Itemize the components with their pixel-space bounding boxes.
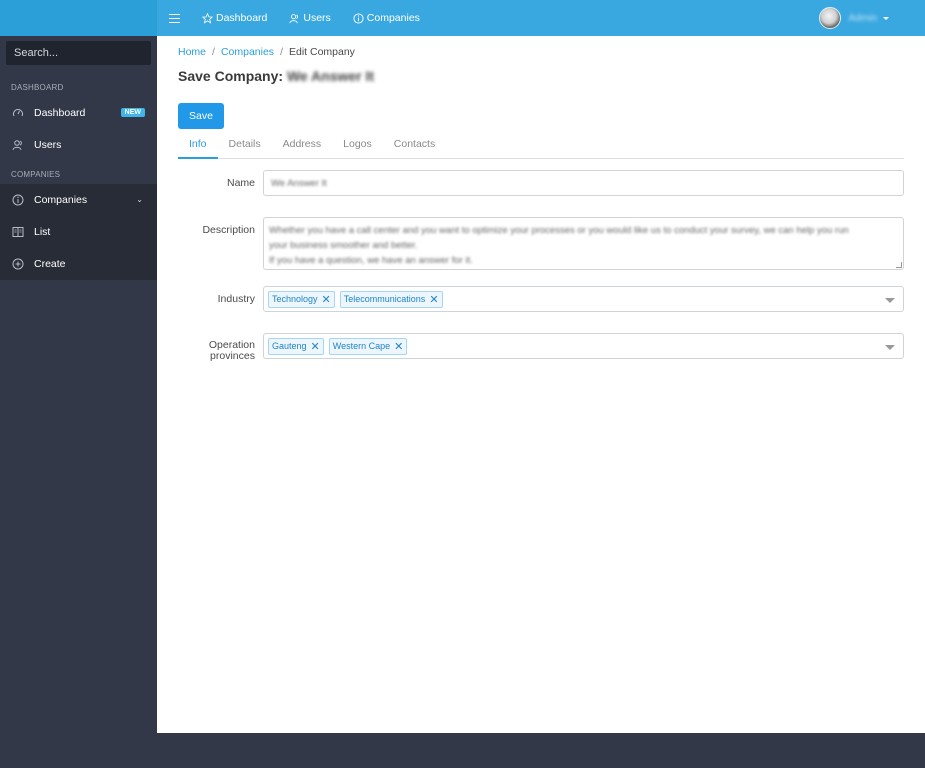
sidebar-section-dashboard: DASHBOARD (11, 83, 64, 92)
industry-tag: Telecommunications ✕ (339, 290, 443, 308)
user-name: Admin (848, 12, 877, 24)
tag-label: Technology (272, 294, 318, 304)
sidebar-item-dashboard[interactable]: Dashboard NEW (0, 97, 157, 129)
caret-down-icon (883, 16, 889, 20)
users-icon (289, 13, 300, 24)
tab-contacts[interactable]: Contacts (383, 134, 446, 159)
remove-tag-icon[interactable]: ✕ (311, 340, 320, 353)
speedometer-icon (12, 107, 24, 119)
sidebar-item-label: Companies (34, 194, 88, 206)
sidebar: Search... DASHBOARD Dashboard NEW Users … (0, 0, 157, 768)
page-title: Save Company: We Answer It (178, 68, 374, 84)
list-icon (12, 226, 24, 238)
sidebar-item-users[interactable]: Users (0, 129, 157, 161)
breadcrumb-current: Edit Company (288, 46, 355, 58)
top-nav-label: Companies (366, 12, 420, 24)
page-title-company-name: We Answer It (286, 68, 375, 84)
breadcrumb-separator: / (212, 46, 215, 58)
sidebar-item-create[interactable]: Create (0, 248, 157, 280)
tab-address[interactable]: Address (272, 134, 333, 159)
tabs: Info Details Address Logos Contacts (178, 134, 904, 159)
province-tag: Gauteng ✕ (268, 337, 324, 355)
plus-circle-icon (12, 258, 24, 270)
remove-tag-icon[interactable]: ✕ (322, 293, 331, 306)
description-line: Whether you have a call center and you w… (269, 225, 849, 236)
sidebar-brand (0, 0, 157, 36)
industry-multiselect[interactable]: Technology ✕ Telecommunications ✕ (263, 286, 904, 312)
industry-label: Industry (217, 293, 255, 305)
name-field[interactable]: We Answer It (263, 170, 904, 196)
provinces-label-line: provinces (210, 350, 255, 362)
breadcrumb: Home / Companies / Edit Company (178, 46, 355, 58)
save-button[interactable]: Save (178, 103, 224, 129)
avatar[interactable] (818, 7, 841, 29)
top-nav-dashboard[interactable]: Dashboard (202, 12, 267, 24)
sidebar-item-label: Dashboard (34, 107, 86, 119)
users-icon (12, 139, 24, 151)
resize-handle-icon[interactable] (896, 262, 902, 268)
top-nav-companies[interactable]: Companies (353, 12, 420, 24)
search-input[interactable]: Search... (6, 41, 151, 65)
provinces-multiselect[interactable]: Gauteng ✕ Western Cape ✕ (263, 333, 904, 359)
tag-label: Telecommunications (343, 294, 426, 304)
dropdown-arrow-icon[interactable] (885, 298, 895, 303)
tab-details[interactable]: Details (218, 134, 272, 159)
description-line: If you have a question, we have an answe… (269, 255, 473, 266)
topbar: Dashboard Users Companies Admin (157, 0, 925, 36)
sidebar-item-companies[interactable]: Companies ⌄ (0, 184, 157, 216)
chevron-down-icon: ⌄ (136, 195, 143, 204)
sidebar-item-label: Create (34, 258, 66, 270)
top-nav-label: Dashboard (216, 12, 268, 24)
main-content: Home / Companies / Edit Company Save Com… (157, 36, 925, 733)
user-menu[interactable]: Admin (818, 7, 889, 29)
province-tag: Western Cape ✕ (328, 337, 408, 355)
dropdown-arrow-icon[interactable] (885, 345, 895, 350)
description-label: Description (202, 224, 255, 236)
breadcrumb-companies[interactable]: Companies (221, 46, 274, 58)
top-nav-users[interactable]: Users (289, 12, 331, 24)
sidebar-item-label: Users (34, 139, 62, 151)
name-label: Name (226, 177, 255, 189)
tab-info[interactable]: Info (178, 134, 218, 159)
sidebar-section-companies: COMPANIES (11, 170, 61, 179)
breadcrumb-separator: / (280, 46, 283, 58)
sidebar-item-label: List (34, 226, 51, 238)
hamburger-menu-icon[interactable] (169, 13, 180, 24)
description-line: your business smoother and better. (269, 240, 418, 251)
info-circle-icon (12, 194, 24, 206)
top-nav-label: Users (303, 12, 331, 24)
breadcrumb-home[interactable]: Home (178, 46, 206, 58)
sidebar-item-list[interactable]: List (0, 216, 157, 248)
tag-label: Western Cape (332, 341, 391, 351)
provinces-label: Operation provinces (175, 340, 255, 362)
page-title-prefix: Save Company: (178, 68, 284, 84)
name-field-value: We Answer It (271, 178, 327, 189)
companies-submenu: List Create (0, 216, 157, 280)
tab-logos[interactable]: Logos (332, 134, 383, 159)
industry-tag: Technology ✕ (268, 290, 335, 308)
remove-tag-icon[interactable]: ✕ (394, 340, 403, 353)
info-circle-icon (353, 12, 364, 24)
tag-label: Gauteng (272, 341, 307, 351)
footer-bar (157, 733, 925, 768)
description-field[interactable]: Whether you have a call center and you w… (263, 217, 904, 270)
star-icon (202, 12, 213, 24)
new-badge: NEW (120, 108, 145, 117)
remove-tag-icon[interactable]: ✕ (429, 293, 438, 306)
